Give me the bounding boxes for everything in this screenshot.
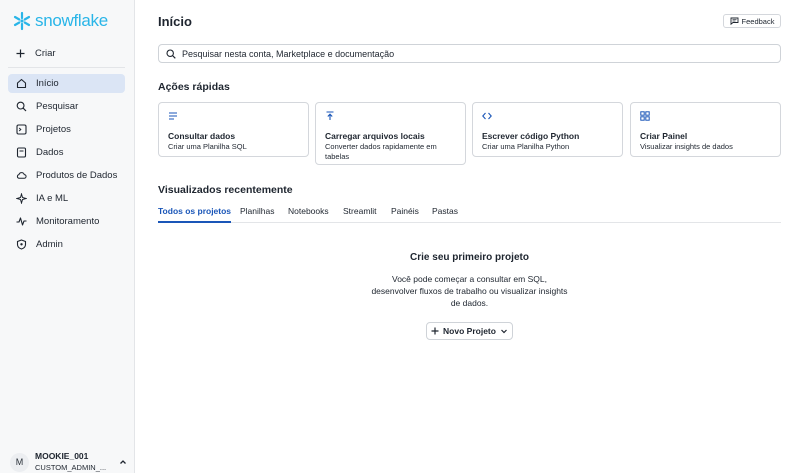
card-title: Escrever código Python — [482, 131, 580, 141]
sidebar-item-label: Projetos — [36, 124, 71, 135]
tab-notebooks[interactable]: Notebooks — [288, 206, 329, 223]
tab-label: Painéis — [391, 206, 419, 216]
card-desc: Converter dados rapidamente em tabelas — [325, 142, 437, 161]
sidebar-item-label: Monitoramento — [36, 216, 100, 227]
search-icon — [166, 48, 176, 59]
search-bar[interactable] — [158, 44, 781, 63]
card-title: Criar Painel — [640, 131, 688, 141]
chevron-up-icon — [120, 460, 126, 464]
sidebar-item-label: Admin — [36, 239, 63, 250]
quick-action-card-python[interactable]: Escrever código Python Criar uma Planilh… — [472, 102, 623, 157]
upload-icon — [326, 111, 334, 120]
chevron-down-icon — [501, 329, 507, 334]
new-project-button[interactable]: Novo Projeto — [426, 322, 513, 340]
user-name: MOOKIE_001 — [35, 451, 89, 461]
search-icon — [16, 101, 27, 112]
sidebar-item-label: Início — [36, 78, 59, 89]
card-title: Carregar arquivos locais — [325, 131, 425, 141]
feedback-button[interactable]: Feedback — [723, 14, 781, 28]
create-button[interactable]: Criar — [8, 42, 125, 64]
dashboard-icon — [640, 111, 650, 121]
quick-action-card-dashboard[interactable]: Criar Painel Visualizar insights de dado… — [630, 102, 781, 157]
sidebar-item-label: Produtos de Dados — [36, 170, 118, 181]
user-info: MOOKIE_001 CUSTOM_ADMIN_... — [35, 451, 106, 473]
projects-icon — [16, 124, 27, 135]
user-role: CUSTOM_ADMIN_... — [35, 463, 107, 472]
plus-icon — [16, 49, 25, 57]
quick-action-card-upload[interactable]: Carregar arquivos locais Converter dados… — [315, 102, 466, 165]
card-desc: Criar uma Planilha SQL — [168, 142, 247, 151]
user-menu[interactable]: M MOOKIE_001 CUSTOM_ADMIN_... — [10, 451, 128, 473]
plus-icon — [431, 327, 439, 335]
tab-label: Pastas — [432, 206, 458, 216]
sidebar-item-admin[interactable]: Admin — [8, 235, 125, 254]
sidebar-item-label: Dados — [36, 147, 64, 158]
activity-icon — [16, 216, 27, 227]
page-title: Início — [158, 14, 192, 29]
cloud-icon — [16, 170, 27, 181]
sidebar-item-projetos[interactable]: Projetos — [8, 120, 125, 139]
active-tab-indicator — [158, 221, 232, 223]
tab-todos-os-projetos[interactable]: Todos os projetos — [158, 206, 232, 223]
tab-label: Notebooks — [288, 206, 329, 216]
tab-streamlit[interactable]: Streamlit — [343, 206, 377, 223]
sidebar-item-pesquisar[interactable]: Pesquisar — [8, 97, 125, 116]
sidebar-item-label: Pesquisar — [36, 101, 79, 112]
feedback-label: Feedback — [741, 16, 775, 26]
quick-action-card-query[interactable]: Consultar dados Criar uma Planilha SQL — [158, 102, 309, 157]
database-icon — [16, 147, 27, 158]
main-content: Início Feedback Ações rápidas Consultar … — [135, 0, 800, 473]
card-title: Consultar dados — [168, 131, 236, 141]
sidebar: snowflake Criar Início Pesquisar Projeto… — [0, 0, 135, 473]
sidebar-item-ia-e-ml[interactable]: IA e ML — [8, 189, 125, 208]
search-input[interactable] — [182, 48, 742, 59]
tab-label: Todos os projetos — [158, 206, 232, 216]
snowflake-logo[interactable]: snowflake — [12, 11, 108, 31]
logo-text: snowflake — [35, 11, 108, 30]
card-desc: Criar uma Planilha Python — [482, 142, 570, 151]
quick-actions-title: Ações rápidas — [158, 81, 230, 93]
card-desc: Visualizar insights de dados — [640, 142, 733, 151]
create-label: Criar — [35, 47, 56, 59]
new-project-label: Novo Projeto — [443, 326, 496, 336]
sidebar-item-dados[interactable]: Dados — [8, 143, 125, 162]
feedback-icon — [730, 17, 738, 25]
avatar: M — [10, 452, 29, 472]
tab-label: Streamlit — [343, 206, 377, 216]
code-icon — [482, 112, 492, 120]
tab-planilhas[interactable]: Planilhas — [240, 206, 275, 223]
tab-paineis[interactable]: Painéis — [391, 206, 419, 223]
recent-title: Visualizados recentemente — [158, 184, 293, 196]
sidebar-item-label: IA e ML — [36, 193, 69, 204]
ai-ml-icon — [16, 193, 27, 204]
sidebar-item-inicio[interactable]: Início — [8, 74, 125, 93]
sidebar-divider — [8, 67, 125, 68]
recent-tabs: Todos os projetos Planilhas Notebooks St… — [158, 206, 781, 223]
tab-label: Planilhas — [240, 206, 275, 216]
snowflake-icon — [13, 11, 31, 31]
empty-state-description: Você pode começar a consultar em SQL, de… — [371, 274, 568, 308]
empty-state-title: Crie seu primeiro projeto — [410, 252, 529, 263]
home-icon — [16, 78, 27, 89]
tab-pastas[interactable]: Pastas — [432, 206, 458, 223]
sidebar-item-produtos-de-dados[interactable]: Produtos de Dados — [8, 166, 125, 185]
lines-icon — [169, 112, 177, 120]
sidebar-nav: Início Pesquisar Projetos Dados Produtos… — [8, 74, 125, 258]
sidebar-item-monitoramento[interactable]: Monitoramento — [8, 212, 125, 231]
shield-icon — [16, 239, 27, 250]
quick-actions: Consultar dados Criar uma Planilha SQL C… — [158, 102, 781, 165]
